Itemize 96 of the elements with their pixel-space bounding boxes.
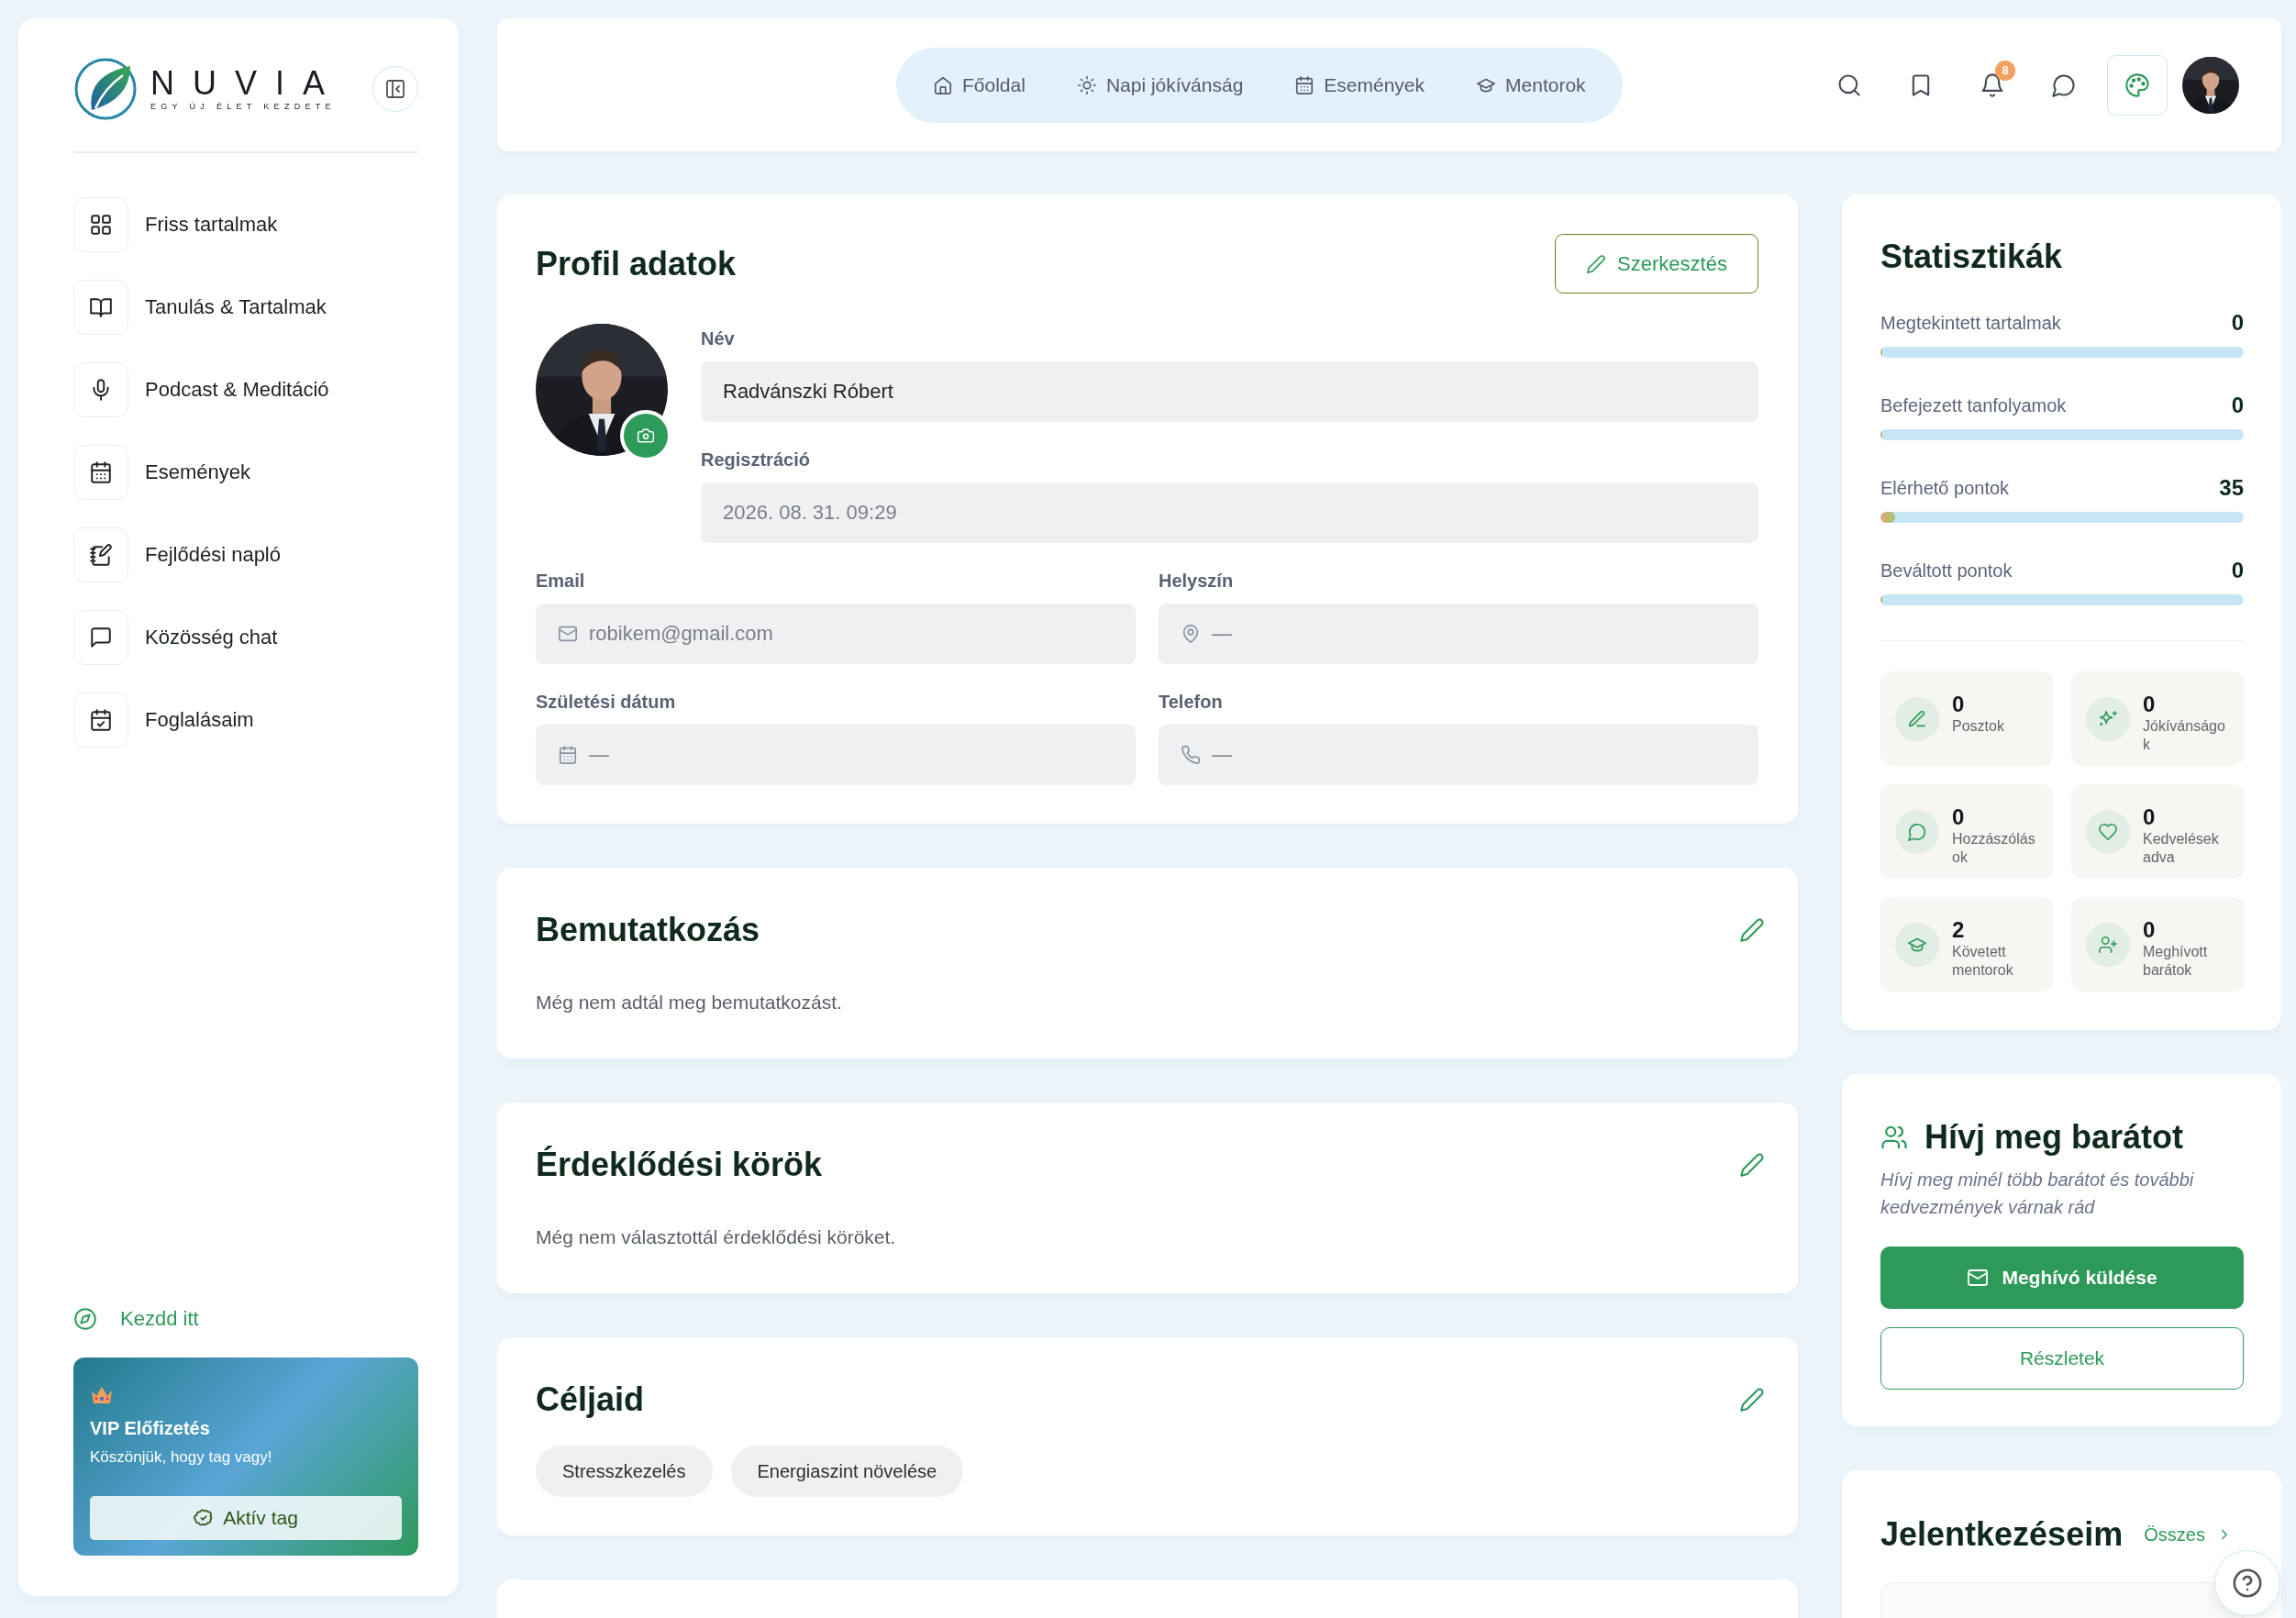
sun-icon — [1076, 74, 1097, 95]
pencil-icon — [1739, 917, 1765, 943]
stat-count: 0 — [2143, 804, 2156, 830]
stat-label: Kedvelések adva — [2143, 830, 2220, 867]
sidebar-item[interactable]: Közösség chat — [73, 610, 418, 665]
active-member-button[interactable]: Aktív tag — [90, 1496, 402, 1540]
grid-icon — [89, 213, 113, 237]
sidebar-item[interactable]: Tanulás & Tartalmak — [73, 280, 418, 335]
brand-name: NUVIA — [150, 66, 344, 101]
pencil-icon — [1739, 1387, 1765, 1413]
calendar-icon — [1294, 74, 1315, 95]
stat-label: Beváltott pontok — [1880, 560, 2013, 582]
edit-button[interactable]: Szerkesztés — [1555, 234, 1758, 294]
details-button[interactable]: Részletek — [1880, 1327, 2244, 1390]
card-title: Profil adatok — [536, 243, 737, 284]
card-title: Jelentkezéseim — [1880, 1514, 2124, 1555]
input-field[interactable]: Radvánszki Róbert — [701, 361, 1758, 422]
pencil-icon — [1907, 709, 1927, 729]
chat-icon — [2051, 72, 2077, 98]
field-label: Regisztráció — [701, 449, 810, 471]
phone-icon — [1181, 745, 1201, 765]
calendar-icon — [89, 460, 113, 484]
nav-link[interactable]: Napi jókívánság — [1076, 73, 1244, 96]
stat-label: Befejezett tanfolyamok — [1880, 394, 2067, 416]
calendar-check-icon — [89, 708, 113, 732]
stat-count: 0 — [2143, 917, 2156, 943]
sidebar-item[interactable]: Podcast & Meditáció — [73, 362, 418, 417]
vip-title: VIP Előfizetés — [90, 1417, 210, 1440]
see-all-link[interactable]: Összes — [2144, 1524, 2233, 1546]
sidebar-item[interactable]: Fejlődési napló — [73, 527, 418, 582]
stat-label: Követett mentorok — [1952, 943, 2014, 980]
empty-message: Még nem választottál érdeklődési köröket. — [536, 1225, 897, 1249]
brand-tagline: EGY ÚJ ÉLET KEZDETE — [150, 101, 337, 112]
pencil-icon — [1739, 1152, 1765, 1178]
pencil-icon — [1586, 253, 1607, 274]
field-label: Név — [701, 327, 735, 349]
stat-count: 0 — [2143, 692, 2156, 717]
location-pin-icon — [1181, 624, 1201, 644]
send-invite-button[interactable]: Meghívó küldése — [1880, 1247, 2244, 1309]
nav-link[interactable]: Főoldal — [933, 73, 1026, 96]
card-title: Érdeklődési körök — [536, 1145, 823, 1185]
sidebar-item[interactable]: Friss tartalmak — [73, 197, 418, 252]
start-here-link[interactable]: Kezdd itt — [73, 1301, 199, 1337]
sidebar-item[interactable]: Foglalásaim — [73, 693, 418, 748]
stat-value: 0 — [2231, 558, 2244, 583]
mail-icon — [558, 624, 578, 644]
check-badge-icon — [194, 1508, 215, 1528]
empty-message: Még nem adtál meg bemutatkozást. — [536, 991, 843, 1014]
stat-count: 0 — [1952, 804, 1965, 830]
card-title: Hívj meg barátot — [1924, 1117, 2184, 1158]
stat-label: Meghívott barátok — [2143, 943, 2209, 980]
compass-icon — [73, 1307, 97, 1331]
vip-message: Köszönjük, hogy tag vagy! — [90, 1447, 272, 1468]
stat-label: Posztok — [1952, 717, 2005, 736]
field-label: Helyszín — [1159, 570, 1234, 592]
field-label: Születési dátum — [536, 691, 676, 713]
palette-icon — [2124, 72, 2150, 98]
book-icon — [89, 295, 113, 319]
notification-badge: 8 — [1995, 60, 2015, 81]
heart-icon — [2098, 822, 2118, 842]
calendar-icon — [558, 745, 578, 765]
sidebar-collapse-icon — [384, 78, 406, 100]
stat-label: Jókívánságok — [2143, 717, 2226, 754]
chat-icon — [89, 626, 113, 649]
sidebar-item[interactable]: Események — [73, 445, 418, 500]
stat-label: Elérhető pontok — [1880, 477, 2010, 499]
home-icon — [933, 74, 953, 95]
field-label: Email — [536, 570, 585, 592]
field-label: Telefon — [1159, 691, 1223, 713]
notebook-icon — [89, 543, 113, 567]
mail-icon — [1967, 1267, 1990, 1289]
stat-value: 0 — [2231, 393, 2244, 418]
stat-count: 2 — [1952, 917, 1965, 943]
stat-label: Megtekintett tartalmak — [1880, 312, 2061, 334]
search-icon — [1836, 72, 1862, 98]
goal-tag: Energiaszint növelése — [730, 1446, 964, 1497]
theme-button[interactable] — [2107, 54, 2168, 116]
nav-link[interactable]: Mentorok — [1476, 73, 1586, 96]
collapse-sidebar-button[interactable] — [372, 66, 418, 112]
nav-link[interactable]: Események — [1294, 73, 1425, 96]
stat-count: 0 — [1952, 692, 1965, 717]
logo-icon — [73, 57, 138, 121]
chat-icon — [1907, 822, 1927, 842]
crown-icon — [90, 1385, 114, 1405]
stat-value: 35 — [2219, 475, 2244, 501]
goal-tag: Stresszkezelés — [536, 1446, 713, 1497]
stat-label: Hozzászólások — [1952, 830, 2036, 867]
card-title: Bemutatkozás — [536, 910, 760, 950]
camera-icon — [637, 427, 655, 445]
user-plus-icon — [2098, 935, 2118, 955]
card-title: Statisztikák — [1880, 237, 2064, 277]
stat-value: 0 — [2231, 310, 2244, 336]
card-title: Céljaid — [536, 1380, 645, 1420]
help-icon — [2232, 1568, 2263, 1599]
users-icon — [1880, 1124, 1908, 1151]
invite-description: Hívj meg minél több barátot és további kedvezmények várnak rád — [1880, 1169, 2195, 1219]
